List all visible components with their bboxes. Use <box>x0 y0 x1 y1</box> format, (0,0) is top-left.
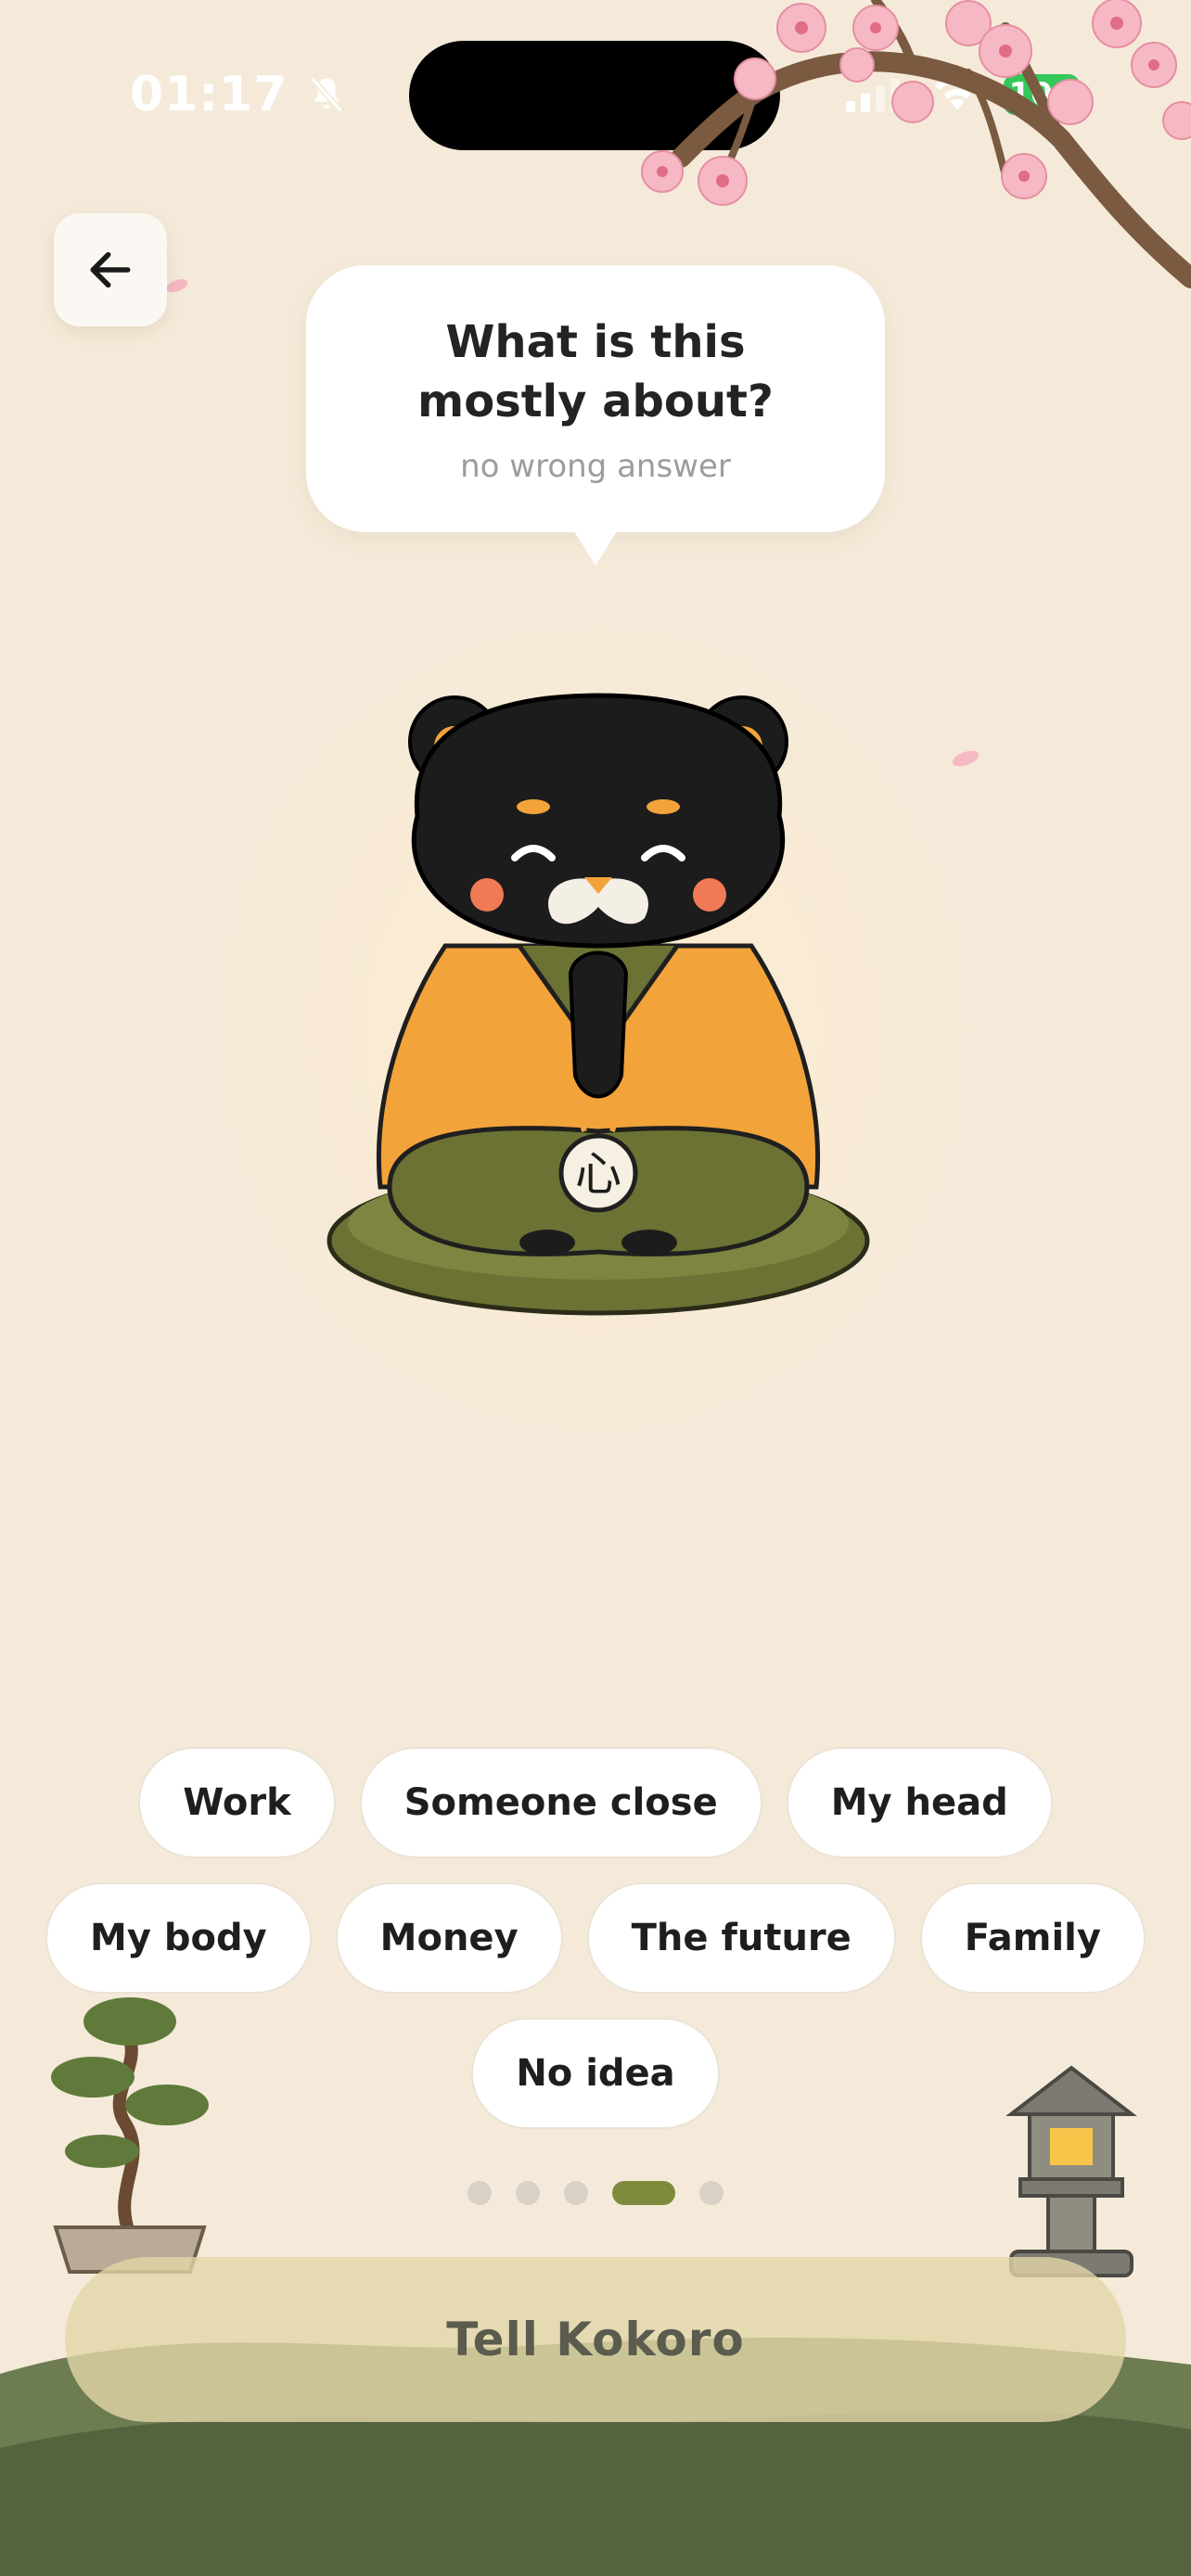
arrow-left-icon <box>90 251 131 288</box>
option-the-future[interactable]: The future <box>586 1882 896 1994</box>
page-dot <box>699 2181 724 2205</box>
medallion-kanji: 心 <box>575 1147 621 1201</box>
question-title: What is this mostly about? <box>417 316 774 427</box>
back-button[interactable] <box>54 213 167 326</box>
options-row-1: Work Someone close My head <box>138 1747 1053 1858</box>
page-dot <box>564 2181 588 2205</box>
option-my-head[interactable]: My head <box>786 1747 1053 1858</box>
petal-decoration <box>166 279 188 292</box>
cherry-blossom-branch <box>641 0 1191 288</box>
page-dot <box>467 2181 492 2205</box>
options-row-2: My body Money The future Family <box>45 1882 1146 1994</box>
meditating-bear-mascot: 心 <box>327 693 870 1316</box>
tell-kokoro-button[interactable]: Tell Kokoro <box>65 2257 1126 2422</box>
option-my-body[interactable]: My body <box>45 1882 312 1994</box>
option-no-idea[interactable]: No idea <box>471 2018 720 2129</box>
page-dot-active <box>612 2181 675 2205</box>
option-work[interactable]: Work <box>138 1747 336 1858</box>
status-time: 01:17 <box>130 67 348 122</box>
question-bubble: What is this mostly about? no wrong answ… <box>306 265 885 532</box>
bell-muted-icon <box>309 76 343 113</box>
bubble-tail <box>567 519 624 566</box>
option-someone-close[interactable]: Someone close <box>359 1747 762 1858</box>
petal-decoration <box>952 750 980 767</box>
page-dot <box>516 2181 540 2205</box>
clock-text: 01:17 <box>130 67 288 122</box>
option-money[interactable]: Money <box>335 1882 563 1994</box>
question-subtitle: no wrong answer <box>460 448 731 485</box>
option-family[interactable]: Family <box>919 1882 1146 1994</box>
bonsai-tree-decoration <box>51 1997 209 2274</box>
options-row-3: No idea <box>471 2018 720 2129</box>
tell-kokoro-label: Tell Kokoro <box>446 2313 745 2366</box>
stone-lantern-decoration <box>1005 2065 1137 2277</box>
